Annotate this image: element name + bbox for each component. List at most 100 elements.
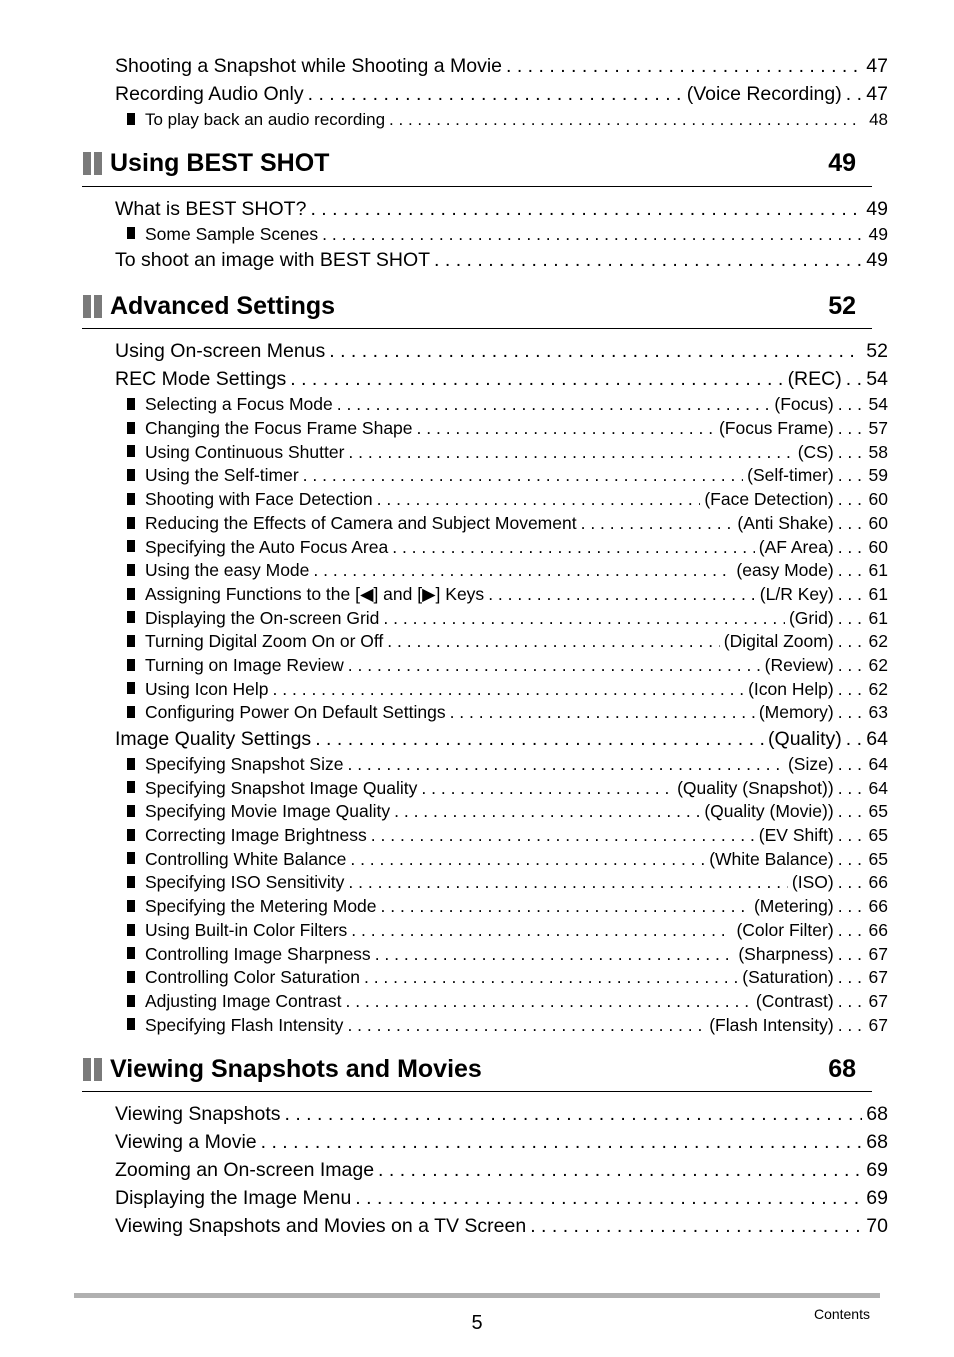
toc-entry-title[interactable]: Image Quality Settings	[115, 725, 311, 753]
toc-entry-title[interactable]: Using the Self-timer	[145, 464, 299, 488]
toc-entry[interactable]: Selecting a Focus Mode (Focus). . .54	[82, 393, 888, 417]
toc-entry-title[interactable]: To play back an audio recording	[145, 108, 385, 132]
toc-entry[interactable]: What is BEST SHOT? 49	[82, 195, 888, 223]
toc-entry-title[interactable]: Specifying Movie Image Quality	[145, 800, 390, 824]
toc-entry[interactable]: Specifying Movie Image Quality (Quality (…	[82, 800, 888, 824]
toc-entry[interactable]: Changing the Focus Frame Shape (Focus Fra…	[82, 417, 888, 441]
toc-entry-page[interactable]: 62	[866, 630, 888, 654]
toc-entry-title[interactable]: Assigning Functions to the [◀] and [▶] K…	[145, 583, 484, 607]
toc-entry-title[interactable]: Reducing the Effects of Camera and Subje…	[145, 512, 577, 536]
toc-entry-page[interactable]: 47	[866, 52, 888, 80]
toc-entry[interactable]: Viewing Snapshots and Movies on a TV Scr…	[82, 1212, 888, 1240]
toc-entry[interactable]: Some Sample Scenes 49	[82, 223, 888, 247]
toc-entry-title[interactable]: Specifying the Metering Mode	[145, 895, 377, 919]
toc-entry-title[interactable]: Specifying Snapshot Size	[145, 753, 343, 777]
toc-entry[interactable]: Configuring Power On Default Settings (Me…	[82, 701, 888, 725]
toc-entry[interactable]: Specifying Snapshot Image Quality (Qualit…	[82, 777, 888, 801]
toc-entry[interactable]: Specifying Snapshot Size (Size). . .64	[82, 753, 888, 777]
toc-entry-page[interactable]: 54	[866, 365, 888, 393]
toc-entry[interactable]: Specifying ISO Sensitivity (ISO). . .66	[82, 871, 888, 895]
toc-entry[interactable]: Specifying the Metering Mode (Metering). …	[82, 895, 888, 919]
toc-entry-page[interactable]: 66	[866, 895, 888, 919]
toc-entry[interactable]: Displaying the On-screen Grid (Grid). . .…	[82, 607, 888, 631]
section-page-number[interactable]: 68	[828, 1055, 856, 1084]
toc-entry[interactable]: Assigning Functions to the [◀] and [▶] K…	[82, 583, 888, 607]
toc-entry-title[interactable]: Displaying the Image Menu	[115, 1184, 351, 1212]
toc-entry[interactable]: Controlling Image Sharpness (Sharpness). …	[82, 943, 888, 967]
toc-entry-page[interactable]: 63	[866, 701, 888, 725]
toc-entry-title[interactable]: Recording Audio Only	[115, 80, 304, 108]
toc-entry-page[interactable]: 65	[866, 848, 888, 872]
toc-entry[interactable]: Viewing a Movie 68	[82, 1128, 888, 1156]
toc-entry[interactable]: Turning on Image Review (Review). . .62	[82, 654, 888, 678]
toc-entry-title[interactable]: Specifying the Auto Focus Area	[145, 536, 388, 560]
toc-entry-title[interactable]: Changing the Focus Frame Shape	[145, 417, 413, 441]
toc-entry-page[interactable]: 54	[866, 393, 888, 417]
toc-entry[interactable]: Using On-screen Menus 52	[82, 337, 888, 365]
toc-entry-title[interactable]: Viewing a Movie	[115, 1128, 257, 1156]
toc-entry[interactable]: Specifying the Auto Focus Area (AF Area).…	[82, 536, 888, 560]
toc-entry-page[interactable]: 66	[866, 871, 888, 895]
toc-entry-title[interactable]: REC Mode Settings	[115, 365, 286, 393]
section-title[interactable]: Using BEST SHOT	[110, 149, 828, 178]
section-title[interactable]: Advanced Settings	[110, 292, 828, 321]
toc-entry-title[interactable]: Controlling Color Saturation	[145, 966, 360, 990]
toc-entry[interactable]: Using the Self-timer (Self-timer). . .59	[82, 464, 888, 488]
section-heading[interactable]: Viewing Snapshots and Movies 68	[82, 1047, 872, 1093]
toc-entry-title[interactable]: Turning on Image Review	[145, 654, 344, 678]
toc-entry[interactable]: Image Quality Settings (Quality). .64	[82, 725, 888, 753]
toc-entry[interactable]: Shooting with Face Detection (Face Detect…	[82, 488, 888, 512]
toc-entry-title[interactable]: Shooting a Snapshot while Shooting a Mov…	[115, 52, 502, 80]
toc-entry-page[interactable]: 70	[866, 1212, 888, 1240]
toc-entry-title[interactable]: Viewing Snapshots	[115, 1100, 281, 1128]
toc-entry-title[interactable]: Turning Digital Zoom On or Off	[145, 630, 383, 654]
toc-entry[interactable]: Displaying the Image Menu 69	[82, 1184, 888, 1212]
toc-entry-page[interactable]: 67	[866, 943, 888, 967]
toc-entry-title[interactable]: Shooting with Face Detection	[145, 488, 373, 512]
section-page-number[interactable]: 52	[828, 292, 856, 321]
toc-entry[interactable]: Shooting a Snapshot while Shooting a Mov…	[82, 52, 888, 80]
toc-entry-title[interactable]: What is BEST SHOT?	[115, 195, 306, 223]
toc-entry-page[interactable]: 47	[866, 80, 888, 108]
toc-entry[interactable]: To shoot an image with BEST SHOT 49	[82, 246, 888, 274]
toc-entry-page[interactable]: 67	[866, 966, 888, 990]
toc-entry-page[interactable]: 65	[866, 824, 888, 848]
toc-entry-title[interactable]: Displaying the On-screen Grid	[145, 607, 379, 631]
toc-entry[interactable]: REC Mode Settings (REC). .54	[82, 365, 888, 393]
toc-entry-title[interactable]: To shoot an image with BEST SHOT	[115, 246, 430, 274]
toc-entry[interactable]: Viewing Snapshots 68	[82, 1100, 888, 1128]
toc-entry-page[interactable]: 58	[866, 441, 888, 465]
toc-entry-title[interactable]: Adjusting Image Contrast	[145, 990, 342, 1014]
toc-entry-page[interactable]: 60	[866, 536, 888, 560]
toc-entry-page[interactable]: 52	[866, 337, 888, 365]
toc-entry-title[interactable]: Configuring Power On Default Settings	[145, 701, 446, 725]
toc-entry[interactable]: Specifying Flash Intensity (Flash Intensi…	[82, 1014, 888, 1038]
toc-entry[interactable]: Using Continuous Shutter (CS). . .58	[82, 441, 888, 465]
toc-entry-page[interactable]: 67	[866, 990, 888, 1014]
section-heading[interactable]: Advanced Settings 52	[82, 284, 872, 330]
toc-entry[interactable]: Turning Digital Zoom On or Off (Digital Z…	[82, 630, 888, 654]
toc-entry-page[interactable]: 60	[866, 512, 888, 536]
toc-entry-title[interactable]: Controlling Image Sharpness	[145, 943, 371, 967]
toc-entry[interactable]: Using Built-in Color Filters (Color Filte…	[82, 919, 888, 943]
toc-entry-page[interactable]: 61	[866, 607, 888, 631]
toc-entry-page[interactable]: 64	[866, 725, 888, 753]
toc-entry-title[interactable]: Specifying ISO Sensitivity	[145, 871, 344, 895]
toc-entry-title[interactable]: Specifying Flash Intensity	[145, 1014, 343, 1038]
toc-entry-title[interactable]: Some Sample Scenes	[145, 223, 318, 247]
toc-entry-page[interactable]: 69	[866, 1156, 888, 1184]
toc-entry-title[interactable]: Using On-screen Menus	[115, 337, 325, 365]
toc-entry[interactable]: Adjusting Image Contrast (Contrast). . .6…	[82, 990, 888, 1014]
toc-entry[interactable]: Using Icon Help (Icon Help). . .62	[82, 678, 888, 702]
toc-entry-page[interactable]: 66	[866, 919, 888, 943]
toc-entry-title[interactable]: Specifying Snapshot Image Quality	[145, 777, 417, 801]
toc-entry-page[interactable]: 62	[866, 678, 888, 702]
toc-entry-page[interactable]: 59	[866, 464, 888, 488]
toc-entry[interactable]: Reducing the Effects of Camera and Subje…	[82, 512, 888, 536]
toc-entry-page[interactable]: 65	[866, 800, 888, 824]
toc-entry-title[interactable]: Using Icon Help	[145, 678, 269, 702]
toc-entry-title[interactable]: Using Continuous Shutter	[145, 441, 344, 465]
toc-entry-page[interactable]: 67	[866, 1014, 888, 1038]
toc-entry-page[interactable]: 57	[866, 417, 888, 441]
toc-entry[interactable]: To play back an audio recording 48	[82, 108, 888, 132]
